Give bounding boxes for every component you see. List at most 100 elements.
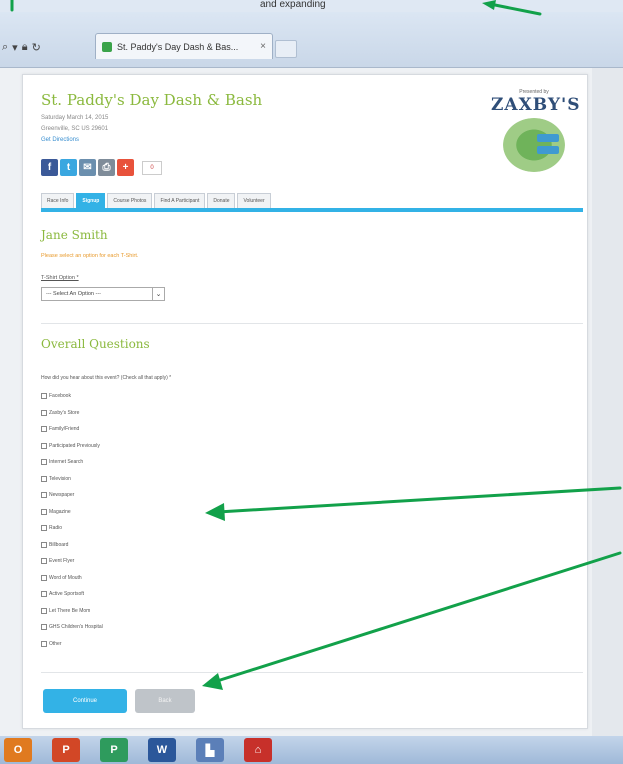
- windows-taskbar: O P P W ▙ ⌂: [0, 736, 623, 764]
- option-magazine[interactable]: Magazine: [41, 504, 103, 521]
- page-scrollbar[interactable]: [592, 68, 623, 736]
- option-label: Billboard: [49, 541, 69, 548]
- back-button[interactable]: Back: [135, 689, 195, 713]
- directions-link[interactable]: Get Directions: [41, 135, 108, 146]
- registration-page: St. Paddy's Day Dash & Bash Saturday Mar…: [22, 74, 588, 729]
- checkbox[interactable]: [41, 475, 47, 482]
- option-label: Active Sportsoft: [49, 591, 85, 598]
- option-label: Magazine: [49, 508, 71, 515]
- participant-name: Jane Smith: [41, 228, 108, 242]
- option-label: Facebook: [49, 393, 71, 400]
- event-location: Greenville, SC US 29601: [41, 126, 109, 132]
- option-let-there-be-mom[interactable]: Let There Be Mom: [41, 603, 103, 620]
- search-icon[interactable]: ⌕: [2, 41, 8, 54]
- continue-button[interactable]: Continue: [43, 689, 127, 713]
- event-date: Saturday March 14, 2015: [41, 115, 109, 121]
- chevron-down-icon[interactable]: ⌄: [152, 288, 164, 300]
- checkbox[interactable]: [41, 442, 47, 449]
- checkbox[interactable]: [41, 541, 47, 548]
- tshirt-option-label: T-Shirt Option *: [41, 275, 79, 281]
- add-share-icon[interactable]: +: [117, 159, 134, 176]
- option-newspaper[interactable]: Newspaper: [41, 487, 103, 504]
- option-label: Newspaper: [49, 492, 75, 499]
- publisher-icon[interactable]: P: [100, 738, 128, 762]
- event-meta: Saturday March 14, 2015 Greenville, SC U…: [41, 113, 108, 146]
- powerpoint-icon[interactable]: P: [52, 738, 80, 762]
- checkbox[interactable]: [41, 508, 47, 515]
- shamrock-badge-icon: [503, 118, 565, 172]
- dropdown-icon[interactable]: ▾: [12, 41, 18, 54]
- section-divider: [41, 323, 583, 324]
- option-label: Radio: [49, 525, 63, 532]
- pdf-reader-icon[interactable]: ⌂: [244, 738, 272, 762]
- option-label: Let There Be Mom: [49, 607, 91, 614]
- checkbox[interactable]: [41, 426, 47, 433]
- option-active-sportsoft[interactable]: Active Sportsoft: [41, 586, 103, 603]
- overall-questions-heading: Overall Questions: [41, 337, 150, 351]
- option-ghs-childrens-hospital[interactable]: GHS Children's Hospital: [41, 619, 103, 636]
- tab-find-participant[interactable]: Find A Participant: [154, 193, 206, 208]
- checkbox[interactable]: [41, 640, 47, 647]
- checkbox[interactable]: [41, 459, 47, 466]
- lock-icon: 🔒︎: [21, 40, 28, 53]
- tab-volunteer[interactable]: Volunteer: [237, 193, 271, 208]
- sponsor-logo: Presented by ZAXBY'S: [491, 89, 581, 181]
- checkbox[interactable]: [41, 393, 47, 400]
- tab-course-photos[interactable]: Course Photos: [107, 193, 153, 208]
- brand-name: ZAXBY'S: [491, 95, 581, 115]
- checkbox[interactable]: [41, 558, 47, 565]
- tab-underline: [41, 208, 583, 212]
- new-tab-button[interactable]: [275, 40, 297, 58]
- twitter-icon[interactable]: t: [60, 159, 77, 176]
- share-bar: f t ✉ ⎙ + 0: [41, 159, 162, 176]
- email-icon[interactable]: ✉: [79, 159, 96, 176]
- option-other[interactable]: Other: [41, 636, 103, 653]
- option-billboard[interactable]: Billboard: [41, 537, 103, 554]
- checkbox[interactable]: [41, 409, 47, 416]
- checkbox[interactable]: [41, 574, 47, 581]
- event-tabs: Race Info Signup Course Photos Find A Pa…: [41, 193, 271, 208]
- option-internet-search[interactable]: Internet Search: [41, 454, 103, 471]
- tab-race-info[interactable]: Race Info: [41, 193, 75, 208]
- option-radio[interactable]: Radio: [41, 520, 103, 537]
- refresh-icon[interactable]: ↻: [32, 41, 41, 54]
- option-event-flyer[interactable]: Event Flyer: [41, 553, 103, 570]
- option-family-friend[interactable]: Family/Friend: [41, 421, 103, 438]
- browser-chrome: ⌕ ▾ 🔒︎ ↻ St. Paddy's Day Dash & Bas... ×: [0, 12, 623, 68]
- tab-donate[interactable]: Donate: [207, 193, 236, 208]
- address-controls: ⌕ ▾ 🔒︎ ↻: [2, 38, 41, 56]
- checkbox[interactable]: [41, 607, 47, 614]
- option-label: Word of Mouth: [49, 574, 82, 581]
- select-value: --- Select An Option ---: [46, 291, 102, 297]
- tshirt-option-select[interactable]: --- Select An Option --- ⌄: [41, 287, 165, 301]
- option-zaxbys-store[interactable]: Zaxby's Store: [41, 405, 103, 422]
- print-icon[interactable]: ⎙: [98, 159, 115, 176]
- option-label: Television: [49, 475, 71, 482]
- option-participated-previously[interactable]: Participated Previously: [41, 438, 103, 455]
- checkbox[interactable]: [41, 591, 47, 598]
- event-title: St. Paddy's Day Dash & Bash: [41, 91, 263, 109]
- top-caption: and expanding: [260, 0, 326, 10]
- option-facebook[interactable]: Facebook: [41, 388, 103, 405]
- selection-note: Please select an option for each T-Shirt…: [41, 253, 139, 259]
- facebook-icon[interactable]: f: [41, 159, 58, 176]
- outlook-icon[interactable]: O: [4, 738, 32, 762]
- share-count: 0: [142, 160, 162, 175]
- option-word-of-mouth[interactable]: Word of Mouth: [41, 570, 103, 587]
- option-label: Zaxby's Store: [49, 409, 80, 416]
- explorer-icon[interactable]: ▙: [196, 738, 224, 762]
- word-icon[interactable]: W: [148, 738, 176, 762]
- top-strip: and expanding: [0, 0, 623, 12]
- option-label: Internet Search: [49, 459, 84, 466]
- referral-question: How did you hear about this event? (Chec…: [41, 375, 172, 381]
- option-label: Other: [49, 640, 62, 647]
- checkbox[interactable]: [41, 624, 47, 631]
- favicon-icon: [102, 41, 112, 52]
- checkbox[interactable]: [41, 492, 47, 499]
- page-viewport: St. Paddy's Day Dash & Bash Saturday Mar…: [0, 68, 623, 736]
- checkbox[interactable]: [41, 525, 47, 532]
- tab-signup[interactable]: Signup: [76, 193, 106, 208]
- option-television[interactable]: Television: [41, 471, 103, 488]
- close-icon[interactable]: ×: [260, 41, 266, 52]
- browser-tab[interactable]: St. Paddy's Day Dash & Bas... ×: [95, 33, 273, 59]
